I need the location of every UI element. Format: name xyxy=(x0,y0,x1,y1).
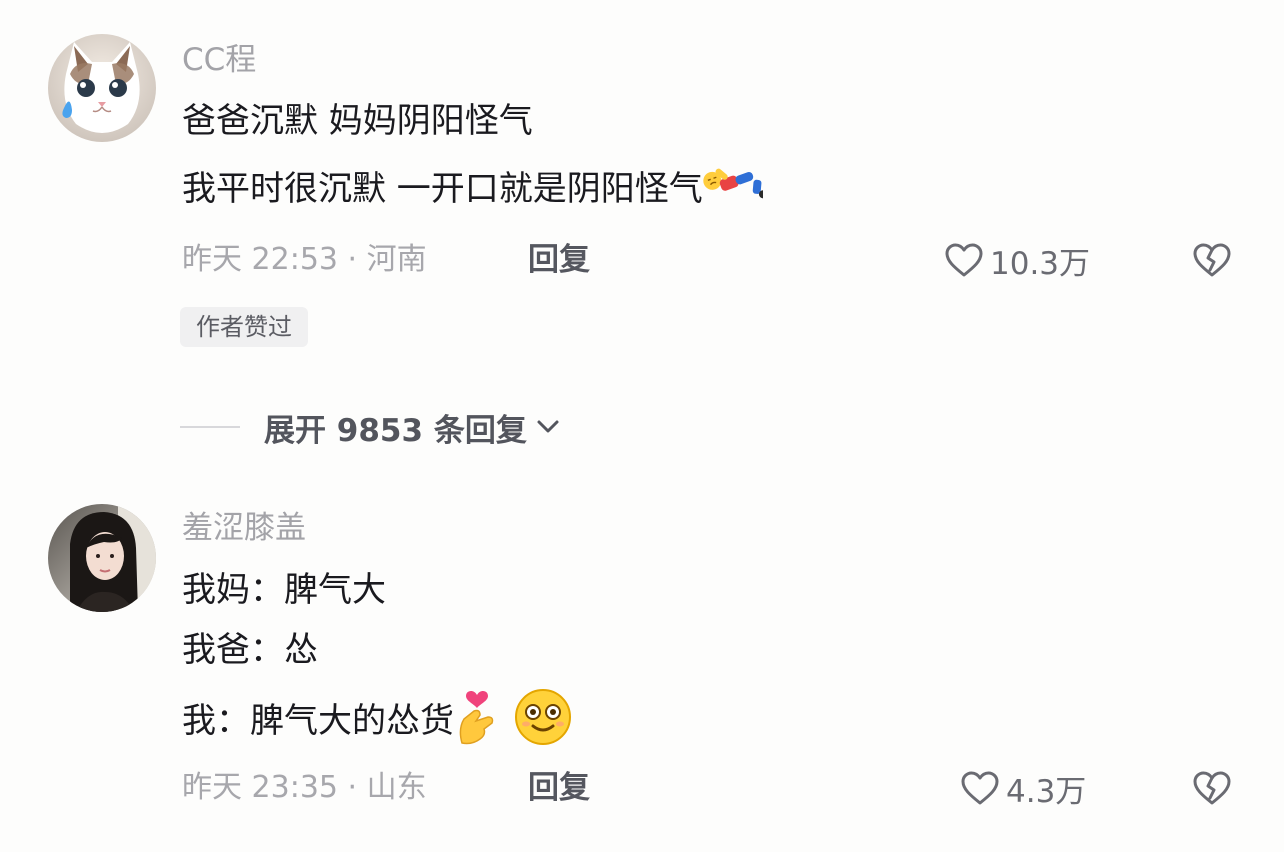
divider xyxy=(180,426,240,428)
dislike-button[interactable] xyxy=(1190,238,1234,282)
comment-text-line: 我妈：脾气大 xyxy=(182,570,386,610)
chevron-down-icon xyxy=(533,412,563,442)
broken-heart-icon xyxy=(1192,242,1232,278)
like-count: 10.3万 xyxy=(990,245,1091,282)
reply-button[interactable]: 回复 xyxy=(528,766,590,810)
like-count: 4.3万 xyxy=(1006,773,1087,810)
comment-text-line: 我爸：怂 xyxy=(182,630,318,670)
reply-button[interactable]: 回复 xyxy=(528,238,590,282)
comment-text-line: 我：脾气大的怂货 xyxy=(182,688,572,757)
falling-person-emoji xyxy=(703,160,767,221)
expand-replies-button[interactable]: 展开 9853 条回复 xyxy=(264,405,563,450)
comment-text: 我平时很沉默 一开口就是阴阳怪气 xyxy=(182,169,703,209)
comment-text-line: 我平时很沉默 一开口就是阴阳怪气 xyxy=(182,160,767,221)
like-button[interactable]: 10.3万 xyxy=(944,238,1090,282)
heart-outline-icon xyxy=(944,242,984,278)
comment-item: 羞涩膝盖 我妈：脾气大 我爸：怂 我：脾气大的怂货 昨天 23:35 · 山东 … xyxy=(0,470,1284,852)
avatar[interactable] xyxy=(48,34,156,142)
expand-replies-label: 展开 9853 条回复 xyxy=(264,412,527,449)
comment-meta: 昨天 22:53 · 河南 xyxy=(182,242,427,277)
comment-item: CC程 爸爸沉默 妈妈阴阳怪气 我平时很沉默 一开口就是阴阳怪气 昨天 22:5… xyxy=(0,0,1284,449)
dislike-button[interactable] xyxy=(1190,766,1234,810)
smiling-face-emoji xyxy=(514,688,572,757)
username[interactable]: CC程 xyxy=(182,40,256,80)
author-liked-badge: 作者赞过 xyxy=(180,307,308,347)
like-button[interactable]: 4.3万 xyxy=(960,766,1086,810)
expand-replies-row: 展开 9853 条回复 xyxy=(180,402,563,452)
finger-heart-emoji xyxy=(454,689,500,756)
comment-text: 我：脾气大的怂货 xyxy=(182,701,454,741)
heart-outline-icon xyxy=(960,770,1000,806)
avatar[interactable] xyxy=(48,504,156,612)
broken-heart-icon xyxy=(1192,770,1232,806)
comment-meta: 昨天 23:35 · 山东 xyxy=(182,770,427,805)
username[interactable]: 羞涩膝盖 xyxy=(182,508,306,548)
comment-text-line: 爸爸沉默 妈妈阴阳怪气 xyxy=(182,101,533,141)
